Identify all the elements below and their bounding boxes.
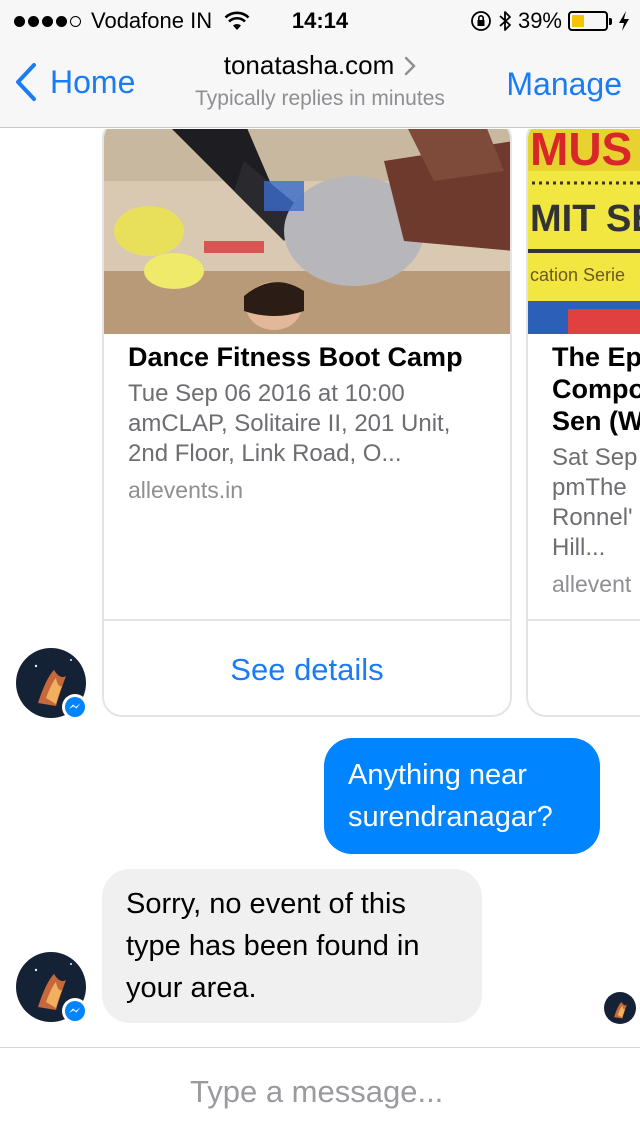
status-right: 39% [470,7,630,35]
music-poster-image: MUS MIT SE cation Serie [528,129,640,334]
event-title-line: The Ep [552,342,640,372]
event-image[interactable]: MUS MIT SE cation Serie [528,129,640,334]
poster-text: cation Serie [530,265,625,285]
page-title-text: tonatasha.com [223,50,395,80]
signal-dot [28,15,39,27]
event-source: allevent [552,571,632,597]
message-input[interactable] [190,1074,610,1110]
event-card-footer [528,619,640,715]
outgoing-message-bubble[interactable]: Anything near surendranagar? [324,738,600,854]
signal-dot [42,15,53,27]
event-description: Sat Sep pmThe Ronnel' Hill... [552,443,640,563]
response-time-subtitle: Typically replies in minutes [195,87,445,110]
battery-icon [568,11,612,31]
event-image[interactable] [104,129,510,334]
message-composer [0,1047,640,1136]
signal-strength-icon [14,15,81,27]
status-bar: Vodafone IN 14:14 39% [0,0,640,40]
carrier-name: Vodafone IN [91,8,213,33]
poster-text: MUS [530,129,632,175]
battery-fill [572,15,585,27]
event-card-footer: See details [104,619,510,715]
messenger-badge-icon [62,998,88,1024]
signal-dot [56,15,67,27]
wifi-icon [224,11,250,30]
event-card-body: The Ep Compo Sen (W Sat Sep pmThe Ronnel… [552,341,640,598]
event-description-line: pmThe [552,474,627,501]
page-title: tonatasha.com [224,50,417,81]
event-card[interactable]: MUS MIT SE cation Serie The Ep Compo Sen… [526,129,640,717]
message-text-line: Anything near [348,759,527,791]
manage-button[interactable]: Manage [506,66,622,103]
status-left: Vodafone IN [14,7,250,35]
back-button-label: Home [50,63,136,100]
dance-photo-image [104,129,510,334]
orientation-lock-icon [471,11,491,31]
read-receipt-avatar [604,992,636,1024]
see-details-button[interactable]: See details [230,652,383,688]
signal-dot [14,15,25,27]
back-button[interactable]: Home [14,62,135,102]
event-description-line: 2nd Floor, Link Road, O... [128,440,402,467]
chevron-right-icon [405,56,416,75]
event-title: Dance Fitness Boot Camp [128,342,463,372]
message-text-line: surendranagar? [348,801,553,833]
conversation-thread[interactable]: Dance Fitness Boot Camp Tue Sep 06 2016 … [0,129,640,1047]
event-card[interactable]: Dance Fitness Boot Camp Tue Sep 06 2016 … [102,129,512,717]
message-text-line: type has been found in [126,930,420,962]
event-title: The Ep Compo Sen (W [552,341,640,437]
message-text-line: your area. [126,972,257,1004]
conversation-header[interactable]: tonatasha.com Typically replies in minut… [160,50,480,111]
message-text-line: Sorry, no event of this [126,888,406,920]
event-title-line: Sen (W [552,406,640,436]
event-description-line: amCLAP, Solitaire II, 201 Unit, [128,410,451,437]
poster-text: MIT SE [530,198,640,240]
event-description-line: Ronnel' [552,504,633,531]
incoming-message-bubble[interactable]: Sorry, no event of this type has been fo… [102,869,482,1023]
event-title-line: Compo [552,374,640,404]
event-description: Tue Sep 06 2016 at 10:00 amCLAP, Solitai… [128,379,498,469]
bluetooth-icon [499,11,511,31]
event-card-body: Dance Fitness Boot Camp Tue Sep 06 2016 … [128,341,498,504]
battery-percentage: 39% [517,8,562,33]
event-description-line: Tue Sep 06 2016 at 10:00 [128,380,405,407]
navigation-bar: Home tonatasha.com Typically replies in … [0,40,640,128]
signal-dot-empty [70,15,81,27]
event-description-line: Sat Sep [552,444,638,471]
chevron-left-icon [16,63,36,101]
messenger-badge-icon [62,694,88,720]
charging-bolt-icon [619,11,629,31]
event-source: allevents.in [128,477,244,503]
event-description-line: Hill... [552,534,606,561]
